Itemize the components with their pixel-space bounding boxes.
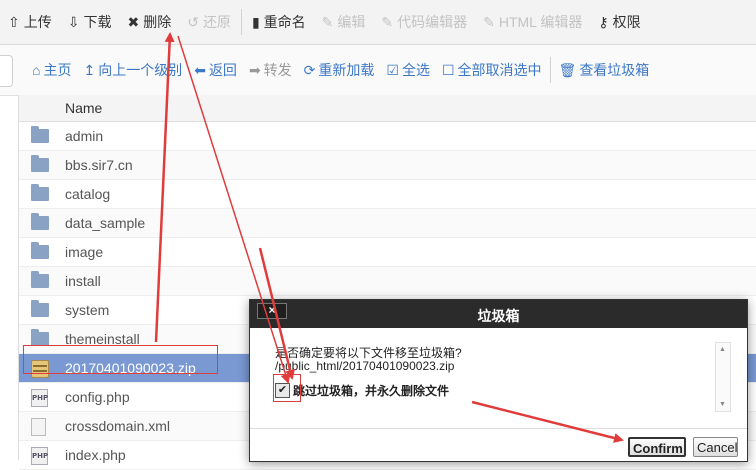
file-row-data-sample[interactable]: data_sample [19, 209, 756, 238]
upload-icon: ⇧ [8, 13, 20, 30]
refresh-icon: ⟳ [303, 61, 316, 78]
code-editor-label: 代码编辑器 [397, 14, 468, 30]
rename-icon: ▮ [251, 13, 260, 30]
permissions-label: 权限 [612, 14, 641, 30]
file-name: index.php [65, 447, 126, 463]
file-name: config.php [65, 389, 130, 405]
folder-icon [31, 329, 49, 346]
checkbox-highlight-box [273, 374, 301, 402]
folder-icon [31, 184, 49, 201]
message-scrollbar[interactable]: ▲ ▼ [715, 342, 731, 412]
file-name: bbs.sir7.cn [65, 157, 133, 173]
deselect-all-label: 全部取消选中 [457, 62, 542, 78]
delete-button[interactable]: ✖ 删除 [119, 0, 179, 44]
file-list-header: Name [19, 95, 756, 122]
file-name: admin [65, 128, 104, 144]
dialog-titlebar: × 垃圾箱 [250, 300, 747, 328]
navbar-divider [549, 57, 551, 83]
folder-icon [31, 155, 49, 172]
permissions-button[interactable]: ⚷ 权限 [590, 0, 648, 44]
folder-icon [31, 242, 49, 259]
xml-file-icon [31, 418, 49, 436]
delete-icon: ✖ [127, 13, 140, 30]
view-trash-button[interactable]: 🗑 查看垃圾箱 [553, 45, 656, 95]
arrow-right-icon: ➡ [248, 61, 261, 78]
select-all-button[interactable]: ☑ 全选 [380, 45, 436, 95]
forward-label: 转发 [263, 62, 292, 78]
scroll-up-icon[interactable]: ▲ [719, 346, 726, 353]
file-row-bbs[interactable]: bbs.sir7.cn [19, 151, 756, 180]
file-name: system [65, 302, 110, 318]
square-icon: ☐ [441, 61, 455, 78]
view-trash-label: 查看垃圾箱 [579, 62, 650, 78]
level-up-label: 向上一个级别 [98, 62, 183, 78]
file-name: install [65, 273, 101, 289]
skip-trash-option[interactable]: ✔ 跳过垃圾箱，并永久删除文件 [275, 380, 449, 400]
edit-button[interactable]: ✎ 编辑 [314, 0, 374, 44]
toolbar-divider [240, 9, 242, 35]
file-name: catalog [65, 186, 111, 202]
rename-label: 重命名 [263, 14, 306, 30]
file-row-install[interactable]: install [19, 267, 756, 296]
restore-label: 还原 [202, 14, 231, 30]
upload-button[interactable]: ⇧ 上传 [0, 0, 60, 44]
folder-icon [31, 213, 49, 230]
arrow-left-icon: ⬅ [194, 61, 206, 78]
code-editor-icon: ✎ [381, 13, 394, 30]
back-button[interactable]: ⬅ 返回 [188, 45, 243, 95]
restore-icon: ↺ [187, 13, 199, 30]
back-label: 返回 [208, 62, 237, 78]
trash-icon: 🗑 [558, 61, 577, 78]
skip-trash-label: 跳过垃圾箱，并永久删除文件 [293, 383, 450, 398]
download-label: 下载 [83, 14, 112, 30]
file-path-text: /public_html/20170401090023.zip [275, 359, 455, 373]
folder-icon [31, 271, 49, 288]
folder-icon [31, 126, 49, 143]
folder-icon [31, 300, 49, 317]
rename-button[interactable]: ▮ 重命名 [244, 0, 314, 44]
delete-label: 删除 [143, 14, 172, 30]
selected-file-highlight-box [23, 345, 218, 374]
key-icon: ⚷ [598, 13, 609, 30]
path-input-edge[interactable] [0, 55, 13, 87]
level-up-icon: ↥ [83, 61, 96, 78]
reload-label: 重新加载 [318, 62, 375, 78]
name-column-header[interactable]: Name [65, 100, 102, 116]
dialog-footer: Confirm Cancel [250, 428, 747, 462]
file-row-image[interactable]: image [19, 238, 756, 267]
html-editor-label: HTML 编辑器 [498, 14, 583, 30]
scroll-down-icon[interactable]: ▼ [719, 401, 726, 408]
php-file-icon: PHP [31, 389, 49, 407]
confirm-button[interactable]: Confirm [628, 437, 686, 457]
dialog-body: 是否确定要将以下文件移至垃圾箱? /public_html/2017040109… [250, 328, 747, 418]
home-button[interactable]: ⌂ 主页 [26, 45, 77, 95]
cancel-button[interactable]: Cancel [693, 437, 738, 457]
level-up-button[interactable]: ↥ 向上一个级别 [77, 45, 188, 95]
restore-button[interactable]: ↺ 还原 [179, 0, 239, 44]
check-square-icon: ☑ [386, 61, 399, 78]
file-row-admin[interactable]: admin [19, 122, 756, 151]
file-name: crossdomain.xml [65, 418, 171, 434]
select-all-label: 全选 [401, 62, 430, 78]
file-name: image [65, 244, 104, 260]
file-toolbar: ⇧ 上传 ⇩ 下载 ✖ 删除 ↺ 还原 ▮ 重命名 ✎ 编辑 ✎ 代码编辑器 ✎… [0, 0, 756, 45]
upload-label: 上传 [23, 14, 52, 30]
home-label: 主页 [43, 62, 72, 78]
dialog-title: 垃圾箱 [477, 308, 520, 324]
download-icon: ⇩ [67, 13, 80, 30]
html-editor-button[interactable]: ✎ HTML 编辑器 [475, 0, 590, 44]
pencil-icon: ✎ [321, 13, 334, 30]
forward-button[interactable]: ➡ 转发 [243, 45, 298, 95]
file-name: data_sample [65, 215, 146, 231]
deselect-all-button[interactable]: ☐ 全部取消选中 [436, 45, 548, 95]
navigation-bar: ⌂ 主页 ↥ 向上一个级别 ⬅ 返回 ➡ 转发 ⟳ 重新加载 ☑ 全选 ☐ 全部… [0, 45, 756, 96]
html-editor-icon: ✎ [483, 13, 495, 30]
reload-button[interactable]: ⟳ 重新加载 [298, 45, 381, 95]
code-editor-button[interactable]: ✎ 代码编辑器 [373, 0, 475, 44]
home-icon: ⌂ [32, 62, 41, 78]
download-button[interactable]: ⇩ 下载 [60, 0, 120, 44]
trash-dialog: × 垃圾箱 是否确定要将以下文件移至垃圾箱? /public_html/2017… [249, 299, 748, 462]
edit-label: 编辑 [337, 14, 366, 30]
file-row-catalog[interactable]: catalog [19, 180, 756, 209]
